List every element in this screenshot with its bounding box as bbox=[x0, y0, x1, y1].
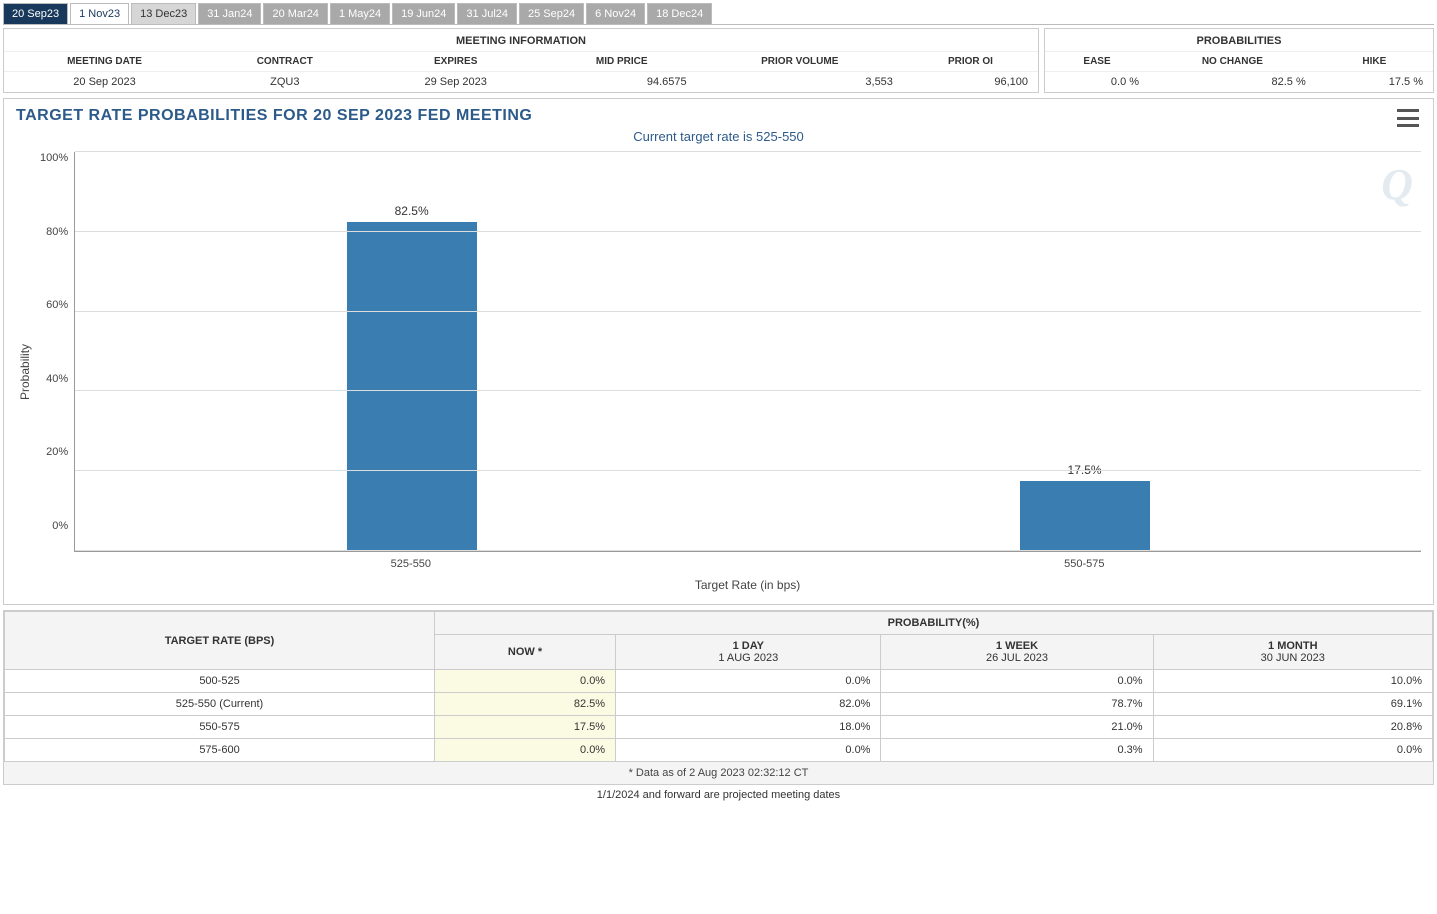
history-value-cell: 0.0% bbox=[435, 670, 616, 693]
history-panel: TARGET RATE (BPS) PROBABILITY(%) NOW *1 … bbox=[3, 610, 1434, 785]
history-prob-header: PROBABILITY(%) bbox=[435, 612, 1433, 635]
history-rate-cell: 575-600 bbox=[5, 739, 435, 762]
y-tick: 0% bbox=[40, 520, 68, 532]
y-tick: 80% bbox=[40, 226, 68, 238]
tab-31jul24[interactable]: 31 Jul24 bbox=[457, 3, 517, 24]
tab-20sep23[interactable]: 20 Sep23 bbox=[3, 3, 68, 24]
grid-line bbox=[75, 550, 1421, 551]
chart-menu-icon[interactable] bbox=[1397, 109, 1419, 127]
history-rate-cell: 550-575 bbox=[5, 716, 435, 739]
x-tick: 550-575 bbox=[748, 558, 1421, 570]
history-table: TARGET RATE (BPS) PROBABILITY(%) NOW *1 … bbox=[4, 611, 1433, 762]
tab-1nov23[interactable]: 1 Nov23 bbox=[70, 3, 129, 24]
tab-25sep24[interactable]: 25 Sep24 bbox=[519, 3, 584, 24]
probabilities-panel: PROBABILITIES EASENO CHANGEHIKE 0.0 %82.… bbox=[1044, 28, 1434, 93]
history-value-cell: 0.0% bbox=[616, 739, 881, 762]
chart-plot-area: 82.5% 17.5% bbox=[74, 152, 1421, 552]
chart-panel: TARGET RATE PROBABILITIES FOR 20 SEP 202… bbox=[3, 98, 1434, 605]
meeting-info-cell: 29 Sep 2023 bbox=[365, 72, 547, 93]
meeting-info-cell: 94.6575 bbox=[547, 72, 697, 93]
tab-1may24[interactable]: 1 May24 bbox=[330, 3, 390, 24]
bar-slot: 17.5% bbox=[748, 152, 1421, 551]
y-tick: 60% bbox=[40, 299, 68, 311]
chart-subtitle: Current target rate is 525-550 bbox=[12, 129, 1425, 144]
history-value-cell: 17.5% bbox=[435, 716, 616, 739]
history-col-header: 1 WEEK26 JUL 2023 bbox=[881, 635, 1153, 670]
tab-19jun24[interactable]: 19 Jun24 bbox=[392, 3, 455, 24]
tab-31jan24[interactable]: 31 Jan24 bbox=[198, 3, 261, 24]
probabilities-cell: 17.5 % bbox=[1316, 72, 1433, 93]
table-row: 500-5250.0%0.0%0.0%10.0% bbox=[5, 670, 1433, 693]
probabilities-cell: 82.5 % bbox=[1149, 72, 1316, 93]
meeting-info-col-header: MID PRICE bbox=[547, 52, 697, 72]
history-value-cell: 82.0% bbox=[616, 693, 881, 716]
meeting-info-table: MEETING DATECONTRACTEXPIRESMID PRICEPRIO… bbox=[4, 51, 1038, 92]
history-rate-cell: 525-550 (Current) bbox=[5, 693, 435, 716]
x-axis-label: Target Rate (in bps) bbox=[74, 578, 1421, 592]
probabilities-col-header: HIKE bbox=[1316, 52, 1433, 72]
history-value-cell: 18.0% bbox=[616, 716, 881, 739]
chart-title: TARGET RATE PROBABILITIES FOR 20 SEP 202… bbox=[16, 107, 1425, 125]
grid-line bbox=[75, 231, 1421, 232]
x-axis-ticks: 525-550550-575 bbox=[74, 558, 1421, 570]
history-rate-header: TARGET RATE (BPS) bbox=[5, 612, 435, 670]
history-value-cell: 82.5% bbox=[435, 693, 616, 716]
tab-6nov24[interactable]: 6 Nov24 bbox=[586, 3, 645, 24]
probabilities-col-header: EASE bbox=[1045, 52, 1149, 72]
meeting-info-col-header: CONTRACT bbox=[205, 52, 365, 72]
x-tick: 525-550 bbox=[74, 558, 747, 570]
y-axis-ticks: 100% 80% 60% 40% 20% 0% bbox=[34, 152, 74, 562]
history-col-header: NOW * bbox=[435, 635, 616, 670]
bar-value-label: 82.5% bbox=[395, 204, 429, 218]
history-value-cell: 20.8% bbox=[1153, 716, 1432, 739]
table-row: 575-6000.0%0.0%0.3%0.0% bbox=[5, 739, 1433, 762]
history-value-cell: 0.0% bbox=[1153, 739, 1432, 762]
y-axis-label: Probability bbox=[16, 152, 34, 592]
history-value-cell: 0.0% bbox=[435, 739, 616, 762]
meeting-info-panel: MEETING INFORMATION MEETING DATECONTRACT… bbox=[3, 28, 1039, 93]
history-value-cell: 78.7% bbox=[881, 693, 1153, 716]
table-row: 550-57517.5%18.0%21.0%20.8% bbox=[5, 716, 1433, 739]
chart-bar: 82.5% bbox=[347, 222, 477, 551]
history-value-cell: 10.0% bbox=[1153, 670, 1432, 693]
probabilities-col-header: NO CHANGE bbox=[1149, 52, 1316, 72]
meeting-info-cell: 20 Sep 2023 bbox=[4, 72, 205, 93]
meeting-info-col-header: PRIOR VOLUME bbox=[697, 52, 903, 72]
grid-line bbox=[75, 390, 1421, 391]
meeting-info-cell: 3,553 bbox=[697, 72, 903, 93]
history-value-cell: 69.1% bbox=[1153, 693, 1432, 716]
probabilities-table: EASENO CHANGEHIKE 0.0 %82.5 %17.5 % bbox=[1045, 51, 1433, 92]
meeting-info-cell: ZQU3 bbox=[205, 72, 365, 93]
projection-note: 1/1/2024 and forward are projected meeti… bbox=[3, 785, 1434, 805]
probabilities-title: PROBABILITIES bbox=[1045, 29, 1433, 51]
history-rate-cell: 500-525 bbox=[5, 670, 435, 693]
probabilities-cell: 0.0 % bbox=[1045, 72, 1149, 93]
grid-line bbox=[75, 311, 1421, 312]
history-footnote: * Data as of 2 Aug 2023 02:32:12 CT bbox=[4, 762, 1433, 784]
meeting-info-col-header: PRIOR OI bbox=[903, 52, 1038, 72]
bar-slot: 82.5% bbox=[75, 152, 748, 551]
y-tick: 100% bbox=[40, 152, 68, 164]
history-value-cell: 21.0% bbox=[881, 716, 1153, 739]
history-value-cell: 0.3% bbox=[881, 739, 1153, 762]
meeting-date-tabs: 20 Sep231 Nov2313 Dec2331 Jan2420 Mar241… bbox=[3, 3, 1434, 25]
tab-20mar24[interactable]: 20 Mar24 bbox=[263, 3, 327, 24]
history-value-cell: 0.0% bbox=[881, 670, 1153, 693]
y-tick: 20% bbox=[40, 446, 68, 458]
table-row: 525-550 (Current)82.5%82.0%78.7%69.1% bbox=[5, 693, 1433, 716]
meeting-info-title: MEETING INFORMATION bbox=[4, 29, 1038, 51]
y-tick: 40% bbox=[40, 373, 68, 385]
chart-bar: 17.5% bbox=[1020, 481, 1150, 551]
tab-18dec24[interactable]: 18 Dec24 bbox=[647, 3, 712, 24]
grid-line bbox=[75, 151, 1421, 152]
history-value-cell: 0.0% bbox=[616, 670, 881, 693]
history-col-header: 1 DAY1 AUG 2023 bbox=[616, 635, 881, 670]
meeting-info-col-header: EXPIRES bbox=[365, 52, 547, 72]
tab-13dec23[interactable]: 13 Dec23 bbox=[131, 3, 196, 24]
grid-line bbox=[75, 470, 1421, 471]
meeting-info-cell: 96,100 bbox=[903, 72, 1038, 93]
history-col-header: 1 MONTH30 JUN 2023 bbox=[1153, 635, 1432, 670]
meeting-info-col-header: MEETING DATE bbox=[4, 52, 205, 72]
